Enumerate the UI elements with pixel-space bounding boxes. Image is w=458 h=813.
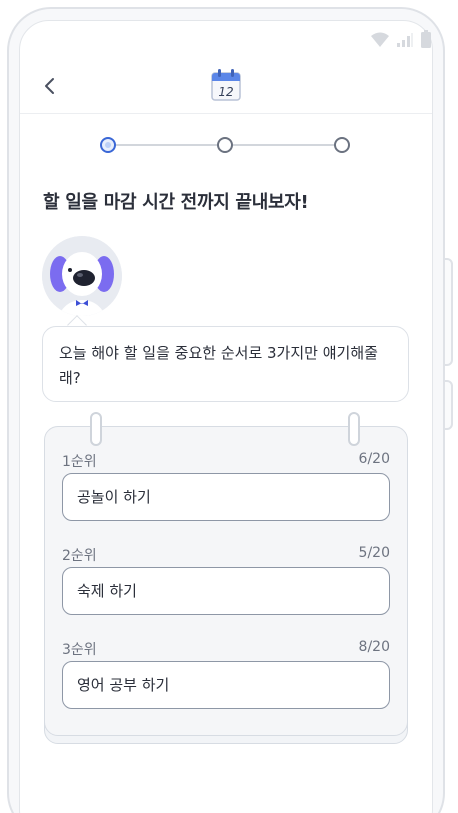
task-3-rank-label: 3순위 (62, 642, 97, 658)
task-3-input[interactable]: 영어 공부 하기 (62, 661, 390, 709)
task-2-rank-label: 2순위 (62, 548, 97, 564)
task-2-input[interactable]: 숙제 하기 (62, 567, 390, 615)
calendar-icon: 12 (211, 69, 241, 101)
step-1-indicator (100, 137, 116, 153)
step-2-indicator (217, 137, 233, 153)
card-clip-left (90, 412, 102, 446)
task-1-input[interactable]: 공놀이 하기 (62, 473, 390, 521)
chevron-left-icon[interactable] (38, 74, 62, 98)
phone-side-button-volume (443, 258, 453, 366)
wifi-icon (371, 32, 389, 47)
battery-icon (421, 30, 431, 48)
task-3-char-count: 8/20 (358, 639, 390, 655)
top-navigation-bar: 12 (20, 58, 432, 114)
speech-bubble-line-2: 래? (59, 369, 81, 387)
task-2-char-count: 5/20 (358, 545, 390, 561)
speech-bubble-line-1: 오늘 해야 할 일을 중요한 순서로 3가지만 얘기해줄 (59, 344, 378, 362)
dog-avatar (42, 236, 122, 316)
page-title: 할 일을 마감 시간 전까지 끝내보자! (43, 192, 309, 213)
task-1-char-count: 6/20 (358, 451, 390, 467)
progress-stepper (100, 136, 352, 154)
speech-bubble: 오늘 해야 할 일을 중요한 순서로 3가지만 얘기해줄 래? (42, 326, 409, 402)
calendar-day-text: 12 (218, 85, 233, 99)
step-3-indicator (334, 137, 350, 153)
signal-icon (397, 33, 413, 47)
phone-side-button-power (443, 380, 453, 430)
status-bar (370, 30, 432, 48)
card-clip-right (348, 412, 360, 446)
task-1-rank-label: 1순위 (62, 454, 97, 470)
